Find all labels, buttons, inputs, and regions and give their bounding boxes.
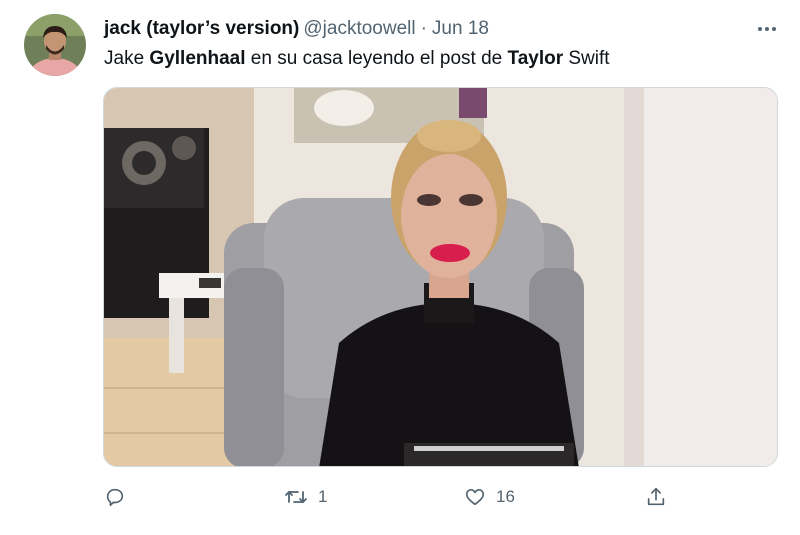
like-count: 16 (496, 487, 515, 506)
reply-icon (104, 486, 126, 508)
reply-button[interactable] (104, 480, 136, 514)
display-name[interactable]: jack (taylor’s version) (104, 18, 299, 39)
separator-dot: · (420, 18, 427, 39)
retweet-icon (284, 486, 308, 508)
tweet-text-part: Jake (104, 48, 150, 69)
share-button[interactable] (645, 480, 667, 514)
heart-icon (464, 486, 486, 508)
tweet-text-bold: Taylor (507, 48, 564, 69)
retweet-count: 1 (318, 487, 328, 506)
tweet-header: jack (taylor’s version) @jacktoowell · Jun … (104, 17, 780, 41)
tweet-date[interactable]: Jun 18 (432, 18, 489, 39)
share-icon (645, 486, 667, 508)
tweet-text: Jake Gyllenhaal en su casa leyendo el po… (104, 47, 610, 71)
action-bar: 1 16 (0, 480, 800, 514)
user-handle[interactable]: @jacktoowell (303, 18, 415, 39)
avatar[interactable] (24, 14, 86, 76)
tweet-media-photo[interactable] (103, 87, 778, 467)
tweet[interactable]: jack (taylor’s version) @jacktoowell · Jun … (0, 0, 800, 535)
tweet-text-part: Swift (563, 48, 610, 69)
tweet-text-part: en su casa leyendo el post de (245, 48, 508, 69)
tweet-text-bold: Gyllenhaal (149, 48, 246, 69)
more-icon[interactable] (754, 19, 780, 39)
retweet-button[interactable]: 1 (284, 480, 327, 514)
like-button[interactable]: 16 (464, 480, 515, 514)
